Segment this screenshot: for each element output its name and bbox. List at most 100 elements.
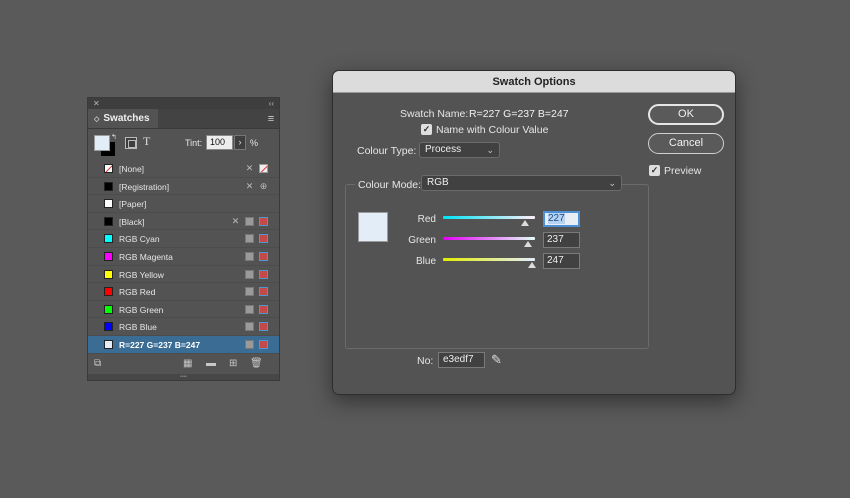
swatch-row-black[interactable]: [Black] ✕ [88,213,279,231]
swatch-name: RGB Green [119,304,164,315]
swatch-chip [104,304,113,314]
tint-input[interactable]: 100 [206,135,233,150]
fill-swatch[interactable] [94,135,110,151]
swatch-name: [None] [119,164,145,174]
swatch-row-registration[interactable]: [Registration] ✕ ⊕ [88,178,279,196]
fill-stroke-control[interactable]: ↰ [94,133,118,157]
show-swatch-kinds-icon[interactable]: ▦ [183,358,192,369]
blue-slider-track[interactable] [443,258,535,261]
swatch-chip [104,339,113,349]
blue-value-input[interactable]: 247 [543,253,580,269]
colour-type-select[interactable]: Process ⌄ [419,142,500,158]
formatting-container-icon[interactable] [125,137,137,149]
formatting-text-icon[interactable]: T [143,134,150,149]
swatch-row-rgb-blue[interactable]: RGB Blue [88,318,279,336]
panel-topbar: ✕ ‹‹ [88,98,279,109]
swatch-chip [104,322,113,332]
colour-preview-swatch [358,212,388,242]
swatch-name: RGB Magenta [119,251,173,262]
rgb-mode-icon [259,322,268,332]
new-swatch-icon[interactable]: ⊞ [229,358,237,369]
cc-libraries-icon[interactable]: ⧉ [94,358,101,369]
cmyk-mode-icon [259,216,268,226]
swatch-row-none[interactable]: [None] ✕ [88,160,279,178]
hex-value-input[interactable]: e3edf7 [438,352,485,368]
colour-mode-select[interactable]: RGB ⌄ [421,175,622,191]
swap-fill-stroke-icon[interactable]: ↰ [111,133,117,141]
trash-icon[interactable]: 🗑 [250,358,263,369]
locked-icon: ✕ [245,180,254,191]
tint-percent-label: % [250,138,259,148]
swatch-row-rgb-magenta[interactable]: RGB Magenta [88,248,279,266]
swatches-panel: ✕ ‹‹ ◇ Swatches ≡ ↰ T Tint: 100 › % [Non… [87,97,280,381]
swatch-row-rgb-cyan[interactable]: RGB Cyan [88,230,279,248]
swatch-row-selected[interactable]: R=227 G=237 B=247 [88,335,279,354]
blue-slider-thumb[interactable] [528,262,537,268]
collapse-icon[interactable]: ‹‹ [269,98,274,109]
locked-icon: ✕ [231,215,240,226]
panel-tab-row: ◇ Swatches ≡ [88,109,279,129]
rgb-mode-icon [259,339,268,349]
preview-label: Preview [664,165,702,177]
swatch-chip [104,181,113,191]
red-slider-thumb[interactable] [520,220,529,226]
green-slider-track[interactable] [443,237,535,240]
swatch-chip [104,199,113,209]
swatch-name: RGB Blue [119,322,157,333]
swatch-chip [104,164,113,173]
preview-checkbox[interactable]: ✓ [649,165,660,176]
chevron-down-icon: ⌄ [608,178,616,188]
green-value-input[interactable]: 237 [543,232,580,248]
colour-type-label: Colour Type: [357,145,417,157]
green-slider-thumb[interactable] [524,241,533,247]
tab-swatches-label: Swatches [103,113,150,124]
red-value-input[interactable]: 227 [543,211,580,227]
hex-no-label: No: [417,355,434,367]
chevron-down-icon: ⌄ [486,145,494,155]
close-icon[interactable]: ✕ [93,98,100,109]
colour-mode-label: Colour Mode: [355,179,425,191]
process-color-icon [245,339,254,349]
cancel-button[interactable]: Cancel [648,133,724,154]
swatch-row-rgb-green[interactable]: RGB Green [88,301,279,319]
process-color-icon [245,304,254,314]
swatch-name: [Registration] [119,181,170,192]
swatch-name: RGB Cyan [119,234,160,245]
new-group-folder-icon[interactable]: ▬ [206,358,216,369]
swatch-name-value: R=227 G=237 B=247 [469,108,569,120]
tint-slider-button[interactable]: › [234,135,246,150]
name-with-colour-value-label: Name with Colour Value [436,124,549,136]
rgb-mode-icon [259,304,268,314]
colour-mode-group [345,184,649,349]
tab-swatches[interactable]: ◇ Swatches [88,109,158,128]
ok-button[interactable]: OK [648,104,724,125]
process-color-icon [245,234,254,244]
rgb-mode-icon [259,287,268,297]
registration-icon: ⊕ [259,180,268,191]
process-color-icon [245,322,254,332]
swatch-row-rgb-red[interactable]: RGB Red [88,283,279,301]
none-type-icon [259,164,268,173]
swatch-row-rgb-yellow[interactable]: RGB Yellow [88,266,279,284]
swatch-name: [Paper] [119,199,147,210]
swatch-name: R=227 G=237 B=247 [119,339,201,350]
rgb-mode-icon [259,234,268,244]
swatch-list: [None] ✕ [Registration] ✕ ⊕ [Paper] [Bla… [88,160,279,354]
red-slider-track[interactable] [443,216,535,219]
name-with-colour-value-checkbox[interactable]: ✓ [421,124,432,135]
colour-mode-value: RGB [427,177,449,188]
panel-menu-icon[interactable]: ≡ [263,109,279,128]
swatch-name: RGB Red [119,287,156,298]
eyedropper-icon[interactable]: ✎ [491,352,502,368]
process-color-icon [245,216,254,226]
swatch-chip [104,234,113,244]
dialog-title: Swatch Options [333,71,735,93]
swatch-row-paper[interactable]: [Paper] [88,195,279,213]
process-color-icon [245,269,254,279]
locked-icon: ✕ [245,163,254,173]
resize-grip[interactable]: •••• [88,374,279,380]
panel-bottom-toolbar: ⧉ ▦ ▬ ⊞ 🗑 [88,354,279,374]
red-value-text: 227 [548,213,565,224]
green-label: Green [408,235,436,246]
swatch-name: RGB Yellow [119,269,164,280]
